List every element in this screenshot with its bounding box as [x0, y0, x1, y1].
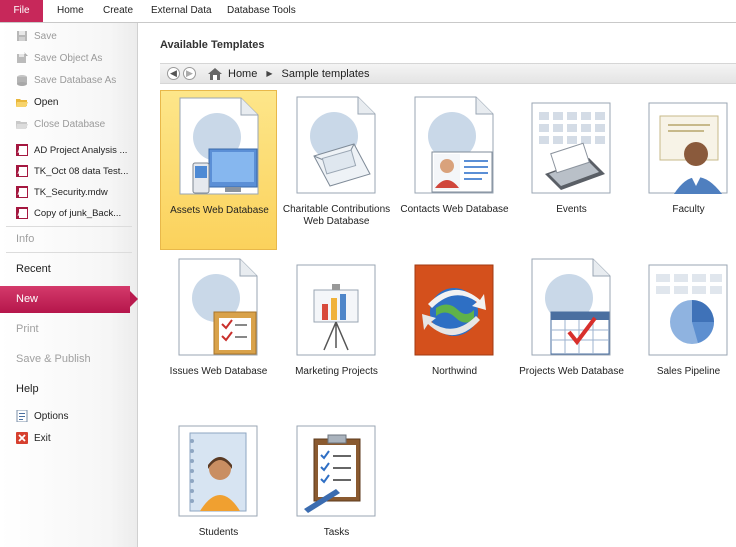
exit-icon [16, 432, 28, 444]
nav-new[interactable]: New [0, 286, 138, 313]
tab-create[interactable]: Create [103, 0, 133, 22]
template-label: Charitable Contributions Web Database [282, 204, 391, 227]
recent-file-label: TK_Oct 08 data Test... [34, 165, 129, 177]
template-students[interactable]: Students [160, 413, 277, 547]
template-projects-web-database[interactable]: Projects Web Database [513, 252, 630, 412]
ribbon-tab-bar: File Home Create External Data Database … [0, 0, 736, 23]
nav-info[interactable]: Info [16, 233, 34, 245]
templates-pane: Available Templates ◀ ▶ Home ▶ Sample te… [139, 23, 736, 547]
nav-divider [6, 226, 132, 227]
tasks-icon [296, 425, 376, 517]
nav-recent[interactable]: Recent [16, 263, 51, 275]
tab-home[interactable]: Home [57, 0, 84, 22]
template-label: Marketing Projects [295, 366, 378, 377]
options-label: Options [34, 410, 69, 422]
northwind-icon [414, 264, 494, 356]
access-file-icon: A [16, 165, 28, 177]
exit-label: Exit [34, 432, 51, 444]
contacts-web-database-icon [414, 96, 494, 194]
nav-print[interactable]: Print [16, 323, 39, 335]
projects-web-database-icon [531, 258, 611, 356]
options-icon [16, 410, 28, 422]
template-label: Projects Web Database [519, 366, 624, 377]
close-database-command[interactable]: Close Database [0, 114, 138, 134]
available-templates-heading: Available Templates [160, 39, 265, 51]
template-label: Issues Web Database [169, 366, 268, 377]
breadcrumb-home[interactable]: Home [228, 68, 257, 80]
backstage-nav: Save Save Object As Save Database As Ope… [0, 23, 138, 547]
tab-external-data[interactable]: External Data [151, 0, 212, 22]
nav-help[interactable]: Help [16, 383, 39, 395]
recent-file-item[interactable]: A AD Project Analysis ... [0, 140, 138, 160]
exit-command[interactable]: Exit [0, 428, 138, 448]
save-icon [17, 31, 27, 41]
template-label: Contacts Web Database [400, 204, 509, 215]
save-database-as-command[interactable]: Save Database As [0, 70, 138, 90]
template-events[interactable]: Events [513, 90, 630, 250]
marketing-projects-icon [296, 264, 376, 356]
back-arrow-icon: ◀ [170, 68, 177, 78]
template-label: Northwind [431, 366, 478, 377]
save-command[interactable]: Save [0, 26, 138, 46]
template-northwind[interactable]: Northwind [396, 252, 513, 412]
students-icon [178, 425, 258, 517]
tab-file[interactable]: File [0, 0, 43, 22]
options-command[interactable]: Options [0, 406, 138, 426]
template-marketing-projects[interactable]: Marketing Projects [278, 252, 395, 412]
back-button[interactable]: ◀ [167, 67, 180, 80]
breadcrumb: ◀ ▶ Home ▶ Sample templates [160, 63, 736, 84]
home-icon [208, 67, 222, 80]
close-database-label: Close Database [34, 118, 106, 130]
svg-text:A: A [18, 167, 24, 176]
breadcrumb-separator-icon: ▶ [266, 69, 273, 78]
faculty-icon [648, 102, 728, 194]
recent-file-item[interactable]: A Copy of junk_Back... [0, 203, 138, 223]
close-database-icon [16, 121, 28, 129]
template-label: Sales Pipeline [656, 366, 721, 377]
svg-text:A: A [18, 146, 24, 155]
template-sales-pipeline[interactable]: Sales Pipeline [630, 252, 736, 412]
template-label: Tasks [323, 527, 350, 538]
template-label: Students [198, 527, 239, 538]
breadcrumb-current: Sample templates [281, 67, 370, 80]
template-contacts-web-database[interactable]: Contacts Web Database [396, 90, 513, 250]
open-label: Open [34, 96, 59, 108]
svg-text:A: A [18, 209, 24, 218]
tab-database-tools[interactable]: Database Tools [227, 0, 296, 22]
sales-pipeline-icon [648, 264, 728, 356]
forward-arrow-icon: ▶ [186, 68, 193, 78]
access-file-icon: A [16, 144, 28, 156]
template-faculty[interactable]: Faculty [630, 90, 736, 250]
open-command[interactable]: Open [0, 92, 138, 112]
events-icon [531, 102, 611, 194]
svg-text:A: A [18, 188, 24, 197]
save-object-icon [17, 52, 28, 63]
recent-file-label: Copy of junk_Back... [34, 207, 122, 219]
issues-web-database-icon [178, 258, 258, 356]
access-file-icon: A [16, 207, 28, 219]
template-issues-web-database[interactable]: Issues Web Database [160, 252, 277, 412]
save-object-as-label: Save Object As [34, 52, 103, 64]
recent-file-item[interactable]: A TK_Security.mdw [0, 182, 138, 202]
charitable-contributions-icon [296, 96, 376, 194]
nav-save-publish[interactable]: Save & Publish [16, 353, 91, 365]
recent-file-item[interactable]: A TK_Oct 08 data Test... [0, 161, 138, 181]
recent-file-label: TK_Security.mdw [34, 186, 108, 198]
save-database-icon [17, 75, 27, 86]
forward-button[interactable]: ▶ [183, 67, 196, 80]
assets-web-database-icon [179, 97, 259, 195]
folder-open-icon [16, 99, 28, 107]
template-label: Events [556, 204, 587, 215]
template-charitable-contributions[interactable]: Charitable Contributions Web Database [278, 90, 395, 250]
recent-file-label: AD Project Analysis ... [34, 144, 128, 156]
template-assets-web-database[interactable]: Assets Web Database [160, 90, 277, 250]
access-file-icon: A [16, 186, 28, 198]
nav-divider [6, 252, 132, 253]
template-tasks[interactable]: Tasks [278, 413, 395, 547]
template-label: Assets Web Database [170, 205, 269, 216]
template-label: Faculty [672, 204, 705, 215]
save-object-as-command[interactable]: Save Object As [0, 48, 138, 68]
save-label: Save [34, 30, 57, 42]
save-database-as-label: Save Database As [34, 74, 117, 86]
